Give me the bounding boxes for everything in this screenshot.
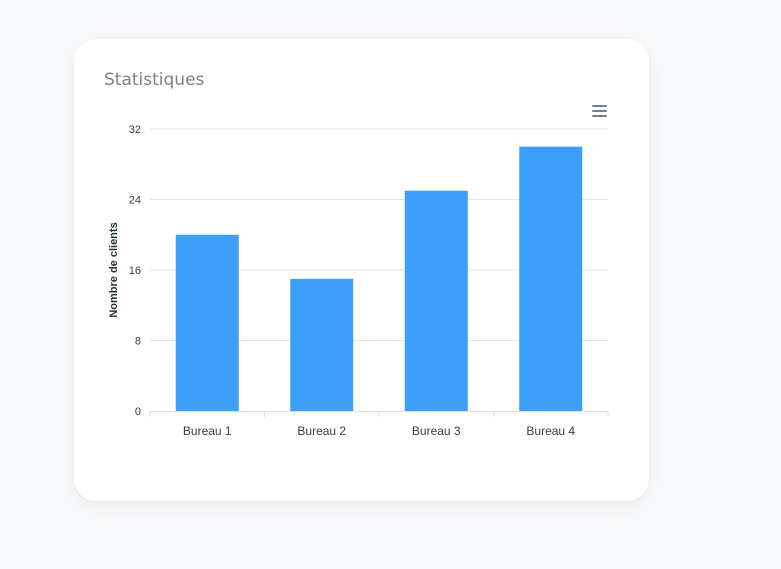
x-axis-labels: Bureau 1 Bureau 2 Bureau 3 Bureau 4 bbox=[183, 424, 576, 438]
y-tick-label: 0 bbox=[135, 406, 141, 418]
bar bbox=[290, 278, 354, 411]
x-tick-label: Bureau 1 bbox=[183, 424, 232, 438]
x-axis bbox=[149, 411, 609, 417]
y-tick-label: 8 bbox=[135, 336, 141, 348]
y-tick-label: 16 bbox=[129, 265, 141, 277]
y-axis-title: Nombre de clients bbox=[108, 222, 120, 317]
y-tick-label: 32 bbox=[129, 124, 141, 136]
bar bbox=[519, 146, 583, 411]
statistics-card: Statistiques 0 8 16 24 32 Bureau 1 Bureau 2 Bu… bbox=[74, 39, 649, 501]
y-axis-ticks: 0 8 16 24 32 bbox=[129, 124, 141, 418]
bar-chart: 08162432 Bureau 1 Bureau 2 Bureau 3 Bureau … bbox=[108, 124, 609, 438]
bar bbox=[175, 234, 239, 411]
x-tick-label: Bureau 2 bbox=[297, 424, 346, 438]
y-tick-label: 24 bbox=[129, 195, 141, 207]
bar bbox=[404, 190, 468, 411]
x-tick-label: Bureau 3 bbox=[412, 424, 461, 438]
x-tick-label: Bureau 4 bbox=[526, 424, 575, 438]
bars bbox=[175, 146, 583, 411]
